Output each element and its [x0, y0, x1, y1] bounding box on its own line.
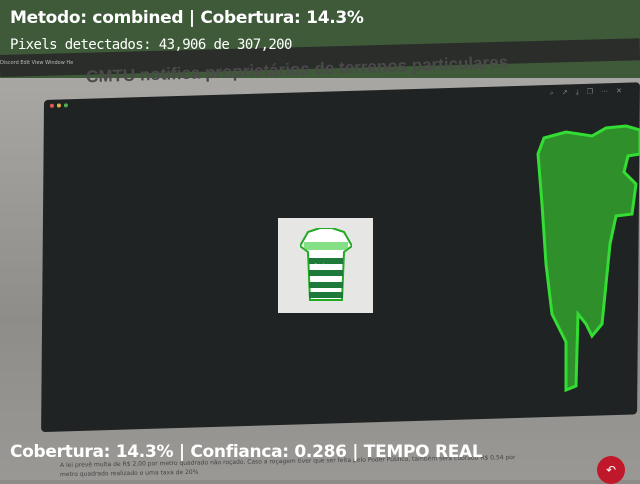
- zoom-icon: ⌕: [549, 88, 554, 97]
- detection-blob-right: [536, 124, 640, 392]
- jersey-sponsor: betano: [315, 263, 336, 270]
- pixels-detected-label: Pixels detectados: 43,906 de 307,200: [10, 37, 292, 53]
- share-icon: ↗: [561, 88, 568, 97]
- window-icon: ❐: [586, 87, 594, 96]
- viewer-toolbar: ⌕ ↗ ⤓ ❐ ⋯ ✕: [550, 87, 622, 98]
- maximize-dot-icon: [63, 103, 68, 108]
- coverage-confidence-label: Cobertura: 14.3% | Confianca: 0.286 | TE…: [10, 442, 483, 462]
- window-controls: [49, 103, 68, 108]
- jersey-image: betano: [300, 228, 352, 301]
- menubar-text: Discord Edit View Window He: [0, 60, 74, 66]
- more-icon: ⋯: [600, 87, 609, 96]
- download-icon: ⤓: [575, 88, 579, 97]
- minimize-dot-icon: [56, 103, 61, 108]
- close-dot-icon: [49, 103, 54, 108]
- method-coverage-label: Metodo: combined | Cobertura: 14.3%: [10, 8, 364, 28]
- close-icon: ✕: [615, 86, 622, 96]
